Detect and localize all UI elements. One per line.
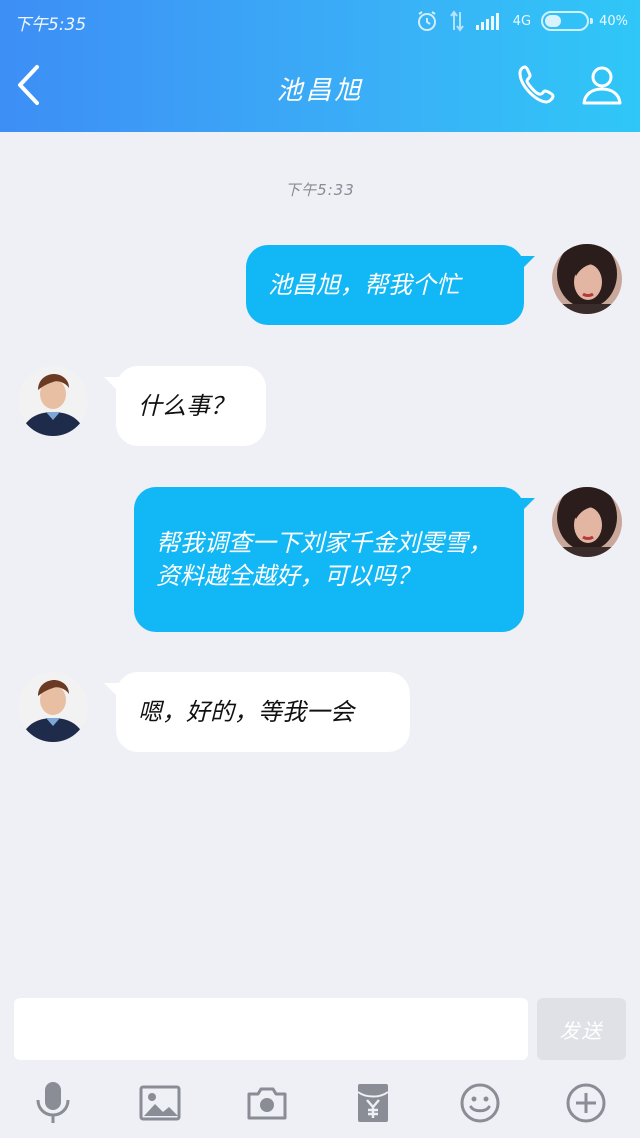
profile-button[interactable]: [576, 62, 628, 112]
status-icons: 4G 40%: [415, 8, 628, 34]
avatar-self[interactable]: [552, 244, 622, 314]
more-button[interactable]: [561, 1080, 611, 1130]
camera-icon: [246, 1085, 288, 1125]
message-text: 什么事？: [138, 391, 234, 420]
chat-area[interactable]: 下午5:33 池昌旭，帮我个忙 什么事？ 帮我调查一下刘家千金刘雯雪，资料越全越…: [0, 132, 640, 992]
emoji-button[interactable]: [455, 1080, 505, 1130]
battery-icon: [541, 11, 594, 31]
message-text: 帮我调查一下刘家千金刘雯雪，资料越全越好，可以吗？: [156, 528, 492, 590]
message-bubble-incoming[interactable]: 嗯，好的，等我一会: [116, 672, 410, 752]
send-button[interactable]: 发送: [537, 998, 626, 1060]
data-transfer-icon: [449, 10, 465, 32]
message-input[interactable]: [14, 998, 528, 1060]
camera-button[interactable]: [242, 1080, 292, 1130]
network-label: 4G: [512, 13, 532, 29]
red-packet-icon: [356, 1082, 390, 1128]
alarm-icon: [415, 9, 439, 33]
microphone-icon: [33, 1080, 73, 1130]
image-button[interactable]: [135, 1080, 185, 1130]
input-toolbar: [0, 1072, 640, 1138]
message-bubble-outgoing[interactable]: 池昌旭，帮我个忙: [246, 245, 524, 325]
message-text: 池昌旭，帮我个忙: [268, 270, 460, 299]
message-text: 嗯，好的，等我一会: [138, 697, 354, 726]
avatar-contact[interactable]: [18, 366, 88, 436]
message-timestamp: 下午5:33: [285, 181, 355, 199]
top-bar: 下午5:35 4G 40% 池昌旭: [0, 0, 640, 132]
person-icon: [581, 64, 623, 110]
plus-icon: [565, 1082, 607, 1128]
avatar-self[interactable]: [552, 487, 622, 557]
voice-button[interactable]: [28, 1080, 78, 1130]
message-bubble-outgoing[interactable]: 帮我调查一下刘家千金刘雯雪，资料越全越好，可以吗？: [134, 487, 524, 632]
composer: 发送: [0, 992, 640, 1072]
battery-percent: 40%: [599, 13, 628, 29]
status-bar: 下午5:35 4G 40%: [0, 0, 640, 42]
emoji-icon: [459, 1082, 501, 1128]
signal-icon: [475, 11, 503, 31]
red-packet-button[interactable]: [348, 1080, 398, 1130]
phone-icon: [515, 63, 559, 111]
status-time: 下午5:35: [14, 15, 87, 35]
image-icon: [139, 1085, 181, 1125]
message-bubble-incoming[interactable]: 什么事？: [116, 366, 266, 446]
call-button[interactable]: [512, 62, 562, 112]
battery-level: [545, 15, 562, 27]
nav-bar: 池昌旭: [0, 42, 640, 132]
avatar-contact[interactable]: [18, 672, 88, 742]
